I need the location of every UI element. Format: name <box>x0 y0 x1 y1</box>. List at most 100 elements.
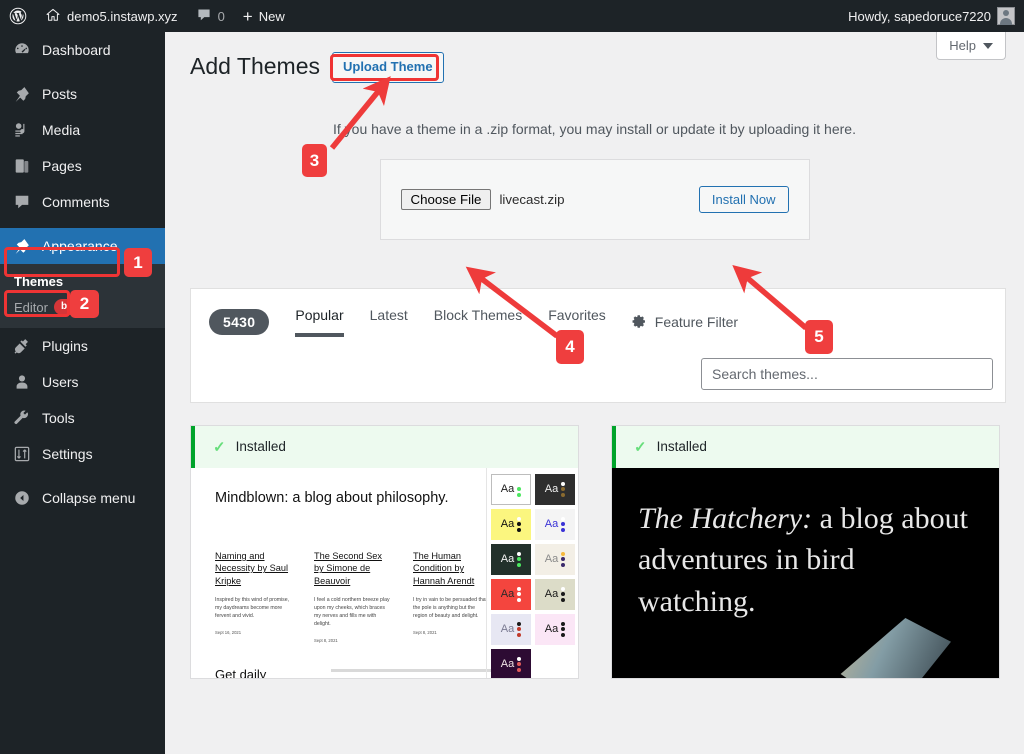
tab-popular[interactable]: Popular <box>295 307 344 337</box>
chevron-down-icon <box>983 42 993 49</box>
sidebar-item-label: Posts <box>42 86 78 102</box>
tab-block-themes[interactable]: Block Themes <box>434 307 522 337</box>
themes-grid: ✓ Installed Mindblown: a blog about phil… <box>190 424 1006 679</box>
preview-post-list: Naming and Necessity by Saul Kripke Insp… <box>215 550 490 644</box>
preview-divider <box>331 668 491 672</box>
tools-wrench-icon <box>12 408 32 428</box>
sidebar-item-comments[interactable]: Comments <box>0 184 165 220</box>
color-swatch: Aa <box>535 543 575 575</box>
theme-preview-content: The Hatchery: a blog about adventures in… <box>612 467 999 678</box>
sidebar-item-label: Media <box>42 122 81 138</box>
preview-post-title: The Human Condition by Hannah Arendt <box>413 550 475 586</box>
dashboard-icon <box>12 40 32 60</box>
file-input-row: Choose File livecast.zip <box>400 188 565 210</box>
theme-card[interactable]: ✓ Installed The Hatchery: a blog about a… <box>611 424 1000 679</box>
preview-heading: The Hatchery: a blog about adventures in… <box>638 498 973 622</box>
sidebar-item-users[interactable]: Users <box>0 364 165 400</box>
theme-preview-content: Mindblown: a blog about philosophy. Nami… <box>191 467 578 678</box>
sidebar-item-plugins[interactable]: Plugins <box>0 328 165 364</box>
preview-post-excerpt: I try in vain to be persuaded that the p… <box>413 597 488 620</box>
help-label: Help <box>949 38 976 53</box>
user-avatar-icon <box>997 7 1015 25</box>
preview-post-date: Sept 8, 2021 <box>413 630 437 636</box>
settings-sliders-icon <box>12 444 32 464</box>
plus-icon: + <box>242 6 253 26</box>
menu-separator <box>0 68 165 76</box>
annotation-number-5: 5 <box>805 320 833 354</box>
menu-separator <box>0 220 165 228</box>
screen: demo5.instawp.xyz 0 + New Howdy, sapedor… <box>0 0 1024 754</box>
feature-filter-label: Feature Filter <box>654 313 739 330</box>
filter-links-row: 5430 Popular Latest Block Themes Favorit… <box>191 289 1005 337</box>
theme-filter-bar: 5430 Popular Latest Block Themes Favorit… <box>190 287 1006 403</box>
color-swatch: Aa <box>535 613 575 645</box>
status-label: Installed <box>235 439 286 455</box>
sidebar-item-label: Settings <box>42 446 93 462</box>
comments-count: 0 <box>217 8 225 24</box>
theme-screenshot: Mindblown: a blog about philosophy. Nami… <box>191 467 578 678</box>
preview-color-swatches: Aa Aa Aa Aa Aa Aa Aa Aa Aa Aa Aa <box>486 467 578 678</box>
media-icon <box>12 120 32 140</box>
comment-bubble-icon <box>196 7 212 26</box>
admin-sidebar-menu: Dashboard Posts Media Pages Comments App… <box>0 32 165 754</box>
theme-count-badge: 5430 <box>209 308 270 335</box>
help-button[interactable]: Help <box>936 32 1006 60</box>
account-menu[interactable]: Howdy, sapedoruce7220 <box>839 0 1024 32</box>
annotation-number-3: 3 <box>302 144 327 177</box>
page-title: Add Themes <box>190 53 320 80</box>
color-swatch: Aa <box>491 648 531 678</box>
annotation-number-1: 1 <box>124 248 152 277</box>
admin-bar: demo5.instawp.xyz 0 + New Howdy, sapedor… <box>0 0 1024 32</box>
sidebar-item-collapse-menu[interactable]: Collapse menu <box>0 480 165 516</box>
feature-filter-button[interactable]: Feature Filter <box>632 314 738 330</box>
sidebar-item-label: Collapse menu <box>42 490 136 506</box>
comments-link[interactable]: 0 <box>187 0 234 32</box>
main-content: Help Add Themes Upload Theme If you have… <box>165 32 1024 754</box>
sidebar-item-tools[interactable]: Tools <box>0 400 165 436</box>
plugins-plug-icon <box>12 336 32 356</box>
preview-post: The Second Sex by Simone de Beauvoir I f… <box>314 550 391 644</box>
sidebar-item-media[interactable]: Media <box>0 112 165 148</box>
annotation-box-themes <box>4 290 70 317</box>
sidebar-item-dashboard[interactable]: Dashboard <box>0 32 165 68</box>
sidebar-item-settings[interactable]: Settings <box>0 436 165 472</box>
sidebar-item-pages[interactable]: Pages <box>0 148 165 184</box>
theme-screenshot: The Hatchery: a blog about adventures in… <box>612 467 999 678</box>
color-swatch: Aa <box>535 508 575 540</box>
pin-icon <box>12 84 32 104</box>
selected-file-name: livecast.zip <box>499 191 565 207</box>
color-swatch: Aa <box>491 613 531 645</box>
search-themes-input[interactable] <box>701 357 993 390</box>
menu-separator <box>0 472 165 480</box>
sidebar-item-label: Users <box>42 374 79 390</box>
preview-post-excerpt: Inspired by this wind of promise, my day… <box>215 597 290 620</box>
page-header: Add Themes Upload Theme <box>165 32 1024 83</box>
sidebar-item-label: Tools <box>42 410 75 426</box>
comment-icon <box>12 192 32 212</box>
sidebar-item-label: Dashboard <box>42 42 111 58</box>
preview-post-title: The Second Sex by Simone de Beauvoir <box>314 550 382 586</box>
annotation-number-4: 4 <box>556 330 584 364</box>
color-swatch: Aa <box>491 543 531 575</box>
color-swatch: Aa <box>491 473 531 505</box>
wordpress-logo-icon[interactable] <box>0 0 36 32</box>
collapse-arrow-icon <box>12 488 32 508</box>
sidebar-item-posts[interactable]: Posts <box>0 76 165 112</box>
color-swatch: Aa <box>491 578 531 610</box>
new-content-menu[interactable]: + New <box>234 0 294 32</box>
theme-card[interactable]: ✓ Installed Mindblown: a blog about phil… <box>190 424 579 679</box>
site-name-label: demo5.instawp.xyz <box>67 8 178 24</box>
users-icon <box>12 372 32 392</box>
color-swatch: Aa <box>535 473 575 505</box>
annotation-box-upload-theme <box>330 54 439 81</box>
upload-instructions: If you have a theme in a .zip format, yo… <box>333 120 856 137</box>
preview-post: The Human Condition by Hannah Arendt I t… <box>413 550 490 644</box>
theme-upload-box: Choose File livecast.zip Install Now <box>379 158 810 240</box>
site-name-menu[interactable]: demo5.instawp.xyz <box>36 0 187 32</box>
check-icon: ✓ <box>634 438 647 456</box>
choose-file-button[interactable]: Choose File <box>400 188 492 210</box>
bird-wing-image <box>840 617 951 678</box>
status-badge: ✓ Installed <box>612 425 999 468</box>
install-now-button[interactable]: Install Now <box>698 185 789 213</box>
tab-latest[interactable]: Latest <box>370 307 408 337</box>
